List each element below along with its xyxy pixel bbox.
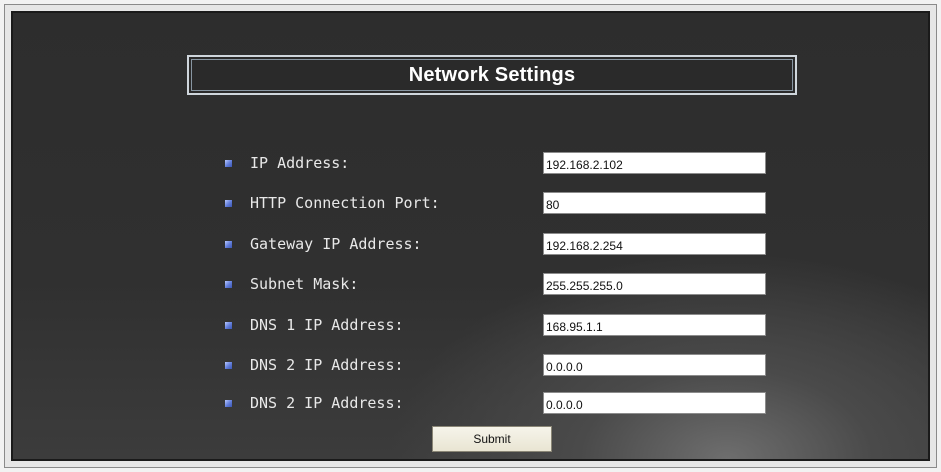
subnet-mask-label: Subnet Mask: (250, 275, 359, 293)
gateway-input[interactable] (543, 233, 766, 255)
network-settings-panel: Network Settings IP Address: HTTP Connec… (11, 11, 930, 461)
submit-button[interactable]: Submit (432, 426, 552, 452)
square-bullet-icon (225, 281, 232, 288)
field-row-gateway: Gateway IP Address: (225, 233, 785, 257)
dns2-second-input[interactable] (543, 392, 766, 414)
square-bullet-icon (225, 241, 232, 248)
field-row-dns1: DNS 1 IP Address: (225, 314, 785, 338)
field-row-dns2-second: DNS 2 IP Address: (225, 392, 785, 416)
field-row-dns2: DNS 2 IP Address: (225, 354, 785, 378)
field-row-ip-address: IP Address: (225, 152, 785, 176)
dns2-second-label: DNS 2 IP Address: (250, 394, 404, 412)
square-bullet-icon (225, 322, 232, 329)
ip-address-label: IP Address: (250, 154, 350, 172)
square-bullet-icon (225, 200, 232, 207)
page-title: Network Settings (408, 63, 576, 86)
dns2-label: DNS 2 IP Address: (250, 356, 404, 374)
dns1-label: DNS 1 IP Address: (250, 316, 404, 334)
field-row-subnet-mask: Subnet Mask: (225, 273, 785, 297)
square-bullet-icon (225, 400, 232, 407)
http-port-label: HTTP Connection Port: (250, 194, 440, 212)
ip-address-input[interactable] (543, 152, 766, 174)
square-bullet-icon (225, 160, 232, 167)
http-port-input[interactable] (543, 192, 766, 214)
field-row-http-port: HTTP Connection Port: (225, 192, 785, 216)
subnet-mask-input[interactable] (543, 273, 766, 295)
dns2-input[interactable] (543, 354, 766, 376)
page-frame: Network Settings IP Address: HTTP Connec… (4, 4, 937, 468)
dns1-input[interactable] (543, 314, 766, 336)
square-bullet-icon (225, 362, 232, 369)
gateway-label: Gateway IP Address: (250, 235, 422, 253)
title-bar: Network Settings (187, 55, 797, 95)
